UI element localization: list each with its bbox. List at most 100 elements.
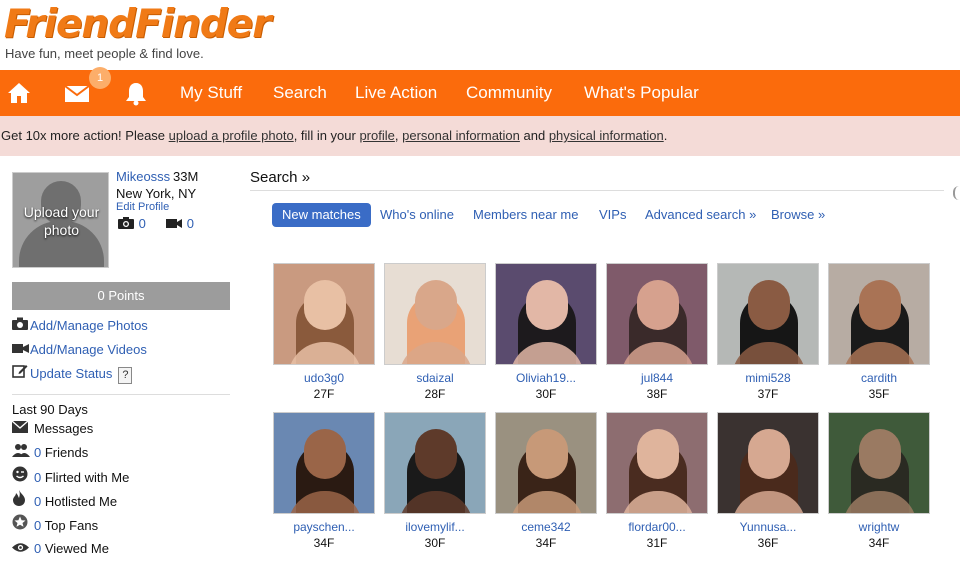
upload-photo-placeholder[interactable]: Upload your photo — [12, 172, 109, 268]
photo-figure — [304, 280, 346, 330]
camera-icon[interactable] — [117, 216, 135, 233]
nav-community[interactable]: Community — [466, 70, 552, 116]
member-photo[interactable] — [273, 263, 375, 365]
member-card[interactable]: ceme342 34F — [495, 412, 597, 550]
member-photo[interactable] — [495, 412, 597, 514]
member-photo[interactable] — [606, 412, 708, 514]
tab-vips[interactable]: VIPs — [599, 203, 626, 227]
envelope-icon — [11, 418, 34, 438]
member-photo[interactable] — [273, 412, 375, 514]
member-photo[interactable] — [606, 263, 708, 365]
member-card[interactable]: Yunnusa... 36F — [717, 412, 819, 550]
stat-friends[interactable]: 0 Friends — [12, 442, 88, 462]
photo-count[interactable]: 0 — [139, 216, 146, 231]
physical-info-link[interactable]: physical information — [549, 128, 664, 143]
stat-flirted[interactable]: 0 Flirted with Me — [12, 466, 129, 486]
member-photo[interactable] — [717, 412, 819, 514]
photo-figure — [415, 280, 457, 330]
photo-figure — [859, 280, 901, 330]
member-name-link[interactable]: jul844 — [606, 371, 708, 385]
member-card[interactable]: ilovemylif... 30F — [384, 412, 486, 550]
search-heading: Search » — [250, 169, 311, 186]
member-card[interactable]: payschen... 34F — [273, 412, 375, 550]
member-photo[interactable] — [495, 263, 597, 365]
video-camera-icon — [12, 339, 30, 359]
member-name-link[interactable]: ilovemylif... — [384, 520, 486, 534]
stat-top-fans[interactable]: 0 Top Fans — [12, 514, 98, 534]
nav-whats-popular[interactable]: What's Popular — [584, 70, 699, 116]
photo-figure — [637, 429, 679, 479]
stat-label: Friends — [41, 445, 89, 460]
username-link[interactable]: Mikeosss — [116, 169, 170, 184]
member-card[interactable]: wrightw 34F — [828, 412, 930, 550]
last-90-days-heading: Last 90 Days — [12, 402, 88, 417]
member-photo[interactable] — [384, 263, 486, 365]
main-nav: 1 My Stuff Search Live Action Community … — [0, 67, 960, 116]
member-card[interactable]: Oliviah19... 30F — [495, 263, 597, 401]
member-card[interactable]: cardith 35F — [828, 263, 930, 401]
home-icon[interactable] — [4, 78, 34, 108]
photo-figure — [748, 280, 790, 330]
member-card[interactable]: flordar00... 31F — [606, 412, 708, 550]
member-name-link[interactable]: flordar00... — [606, 520, 708, 534]
site-header: FriendFinder ® Have fun, meet people & f… — [0, 0, 960, 70]
mail-badge: 1 — [89, 67, 111, 89]
member-card[interactable]: jul844 38F — [606, 263, 708, 401]
add-manage-photos-link[interactable]: Add/Manage Photos — [12, 315, 148, 335]
tab-browse[interactable]: Browse » — [771, 203, 825, 227]
member-age: 27F — [313, 387, 335, 401]
member-name-link[interactable]: Yunnusa... — [717, 520, 819, 534]
stat-viewed-me[interactable]: 0 Viewed Me — [12, 538, 109, 558]
member-name-link[interactable]: ceme342 — [495, 520, 597, 534]
nav-my-stuff[interactable]: My Stuff — [180, 70, 242, 116]
member-photo[interactable] — [828, 412, 930, 514]
member-name-link[interactable]: udo3g0 — [273, 371, 375, 385]
member-age: 34F — [313, 536, 335, 550]
nav-live-action[interactable]: Live Action — [355, 70, 437, 116]
member-photo[interactable] — [717, 263, 819, 365]
member-name-link[interactable]: Oliviah19... — [495, 371, 597, 385]
photo-figure — [304, 429, 346, 479]
add-manage-videos-link[interactable]: Add/Manage Videos — [12, 339, 147, 359]
edit-profile-link[interactable]: Edit Profile — [116, 201, 169, 213]
member-name-link[interactable]: payschen... — [273, 520, 375, 534]
stat-messages[interactable]: Messages — [11, 418, 93, 438]
member-photo[interactable] — [384, 412, 486, 514]
nav-search[interactable]: Search — [273, 70, 327, 116]
search-divider — [250, 190, 944, 191]
tab-new-matches[interactable]: New matches — [272, 203, 371, 227]
tab-whos-online[interactable]: Who's online — [380, 203, 454, 227]
member-photo[interactable] — [828, 263, 930, 365]
eye-icon — [12, 538, 34, 558]
member-card[interactable]: udo3g0 27F — [273, 263, 375, 401]
bell-icon[interactable] — [121, 78, 151, 108]
member-name-link[interactable]: mimi528 — [717, 371, 819, 385]
member-name-link[interactable]: cardith — [828, 371, 930, 385]
site-logo[interactable]: FriendFinder — [4, 2, 271, 48]
member-card[interactable]: mimi528 37F — [717, 263, 819, 401]
notice-text: Get 10x more action! Please — [1, 128, 169, 143]
points-bar[interactable]: 0 Points — [12, 282, 230, 310]
user-location: New York, NY — [116, 186, 197, 201]
personal-info-link[interactable]: personal information — [402, 128, 520, 143]
sidebar-link-label: Add/Manage Videos — [30, 342, 147, 357]
notice-text: . — [663, 128, 668, 143]
member-name-link[interactable]: sdaizal — [384, 371, 486, 385]
photo-figure — [526, 429, 568, 479]
flirt-icon — [12, 466, 34, 487]
tab-advanced-search[interactable]: Advanced search » — [645, 203, 756, 227]
tab-members-near-me[interactable]: Members near me — [473, 203, 578, 227]
envelope-icon[interactable] — [62, 78, 92, 108]
status-help-button[interactable]: ? — [118, 367, 133, 384]
video-count[interactable]: 0 — [187, 216, 194, 231]
member-card[interactable]: sdaizal 28F — [384, 263, 486, 401]
update-status-link[interactable]: Update Status? — [12, 363, 133, 384]
upload-photo-link[interactable]: upload a profile photo — [169, 128, 294, 143]
member-name-link[interactable]: wrightw — [828, 520, 930, 534]
video-camera-icon[interactable] — [165, 216, 183, 233]
upload-photo-label: Upload your photo — [23, 204, 100, 238]
member-age: 30F — [535, 387, 557, 401]
stat-hotlisted[interactable]: 0 Hotlisted Me — [12, 490, 117, 510]
profile-link[interactable]: profile — [359, 128, 394, 143]
member-age: 31F — [646, 536, 668, 550]
